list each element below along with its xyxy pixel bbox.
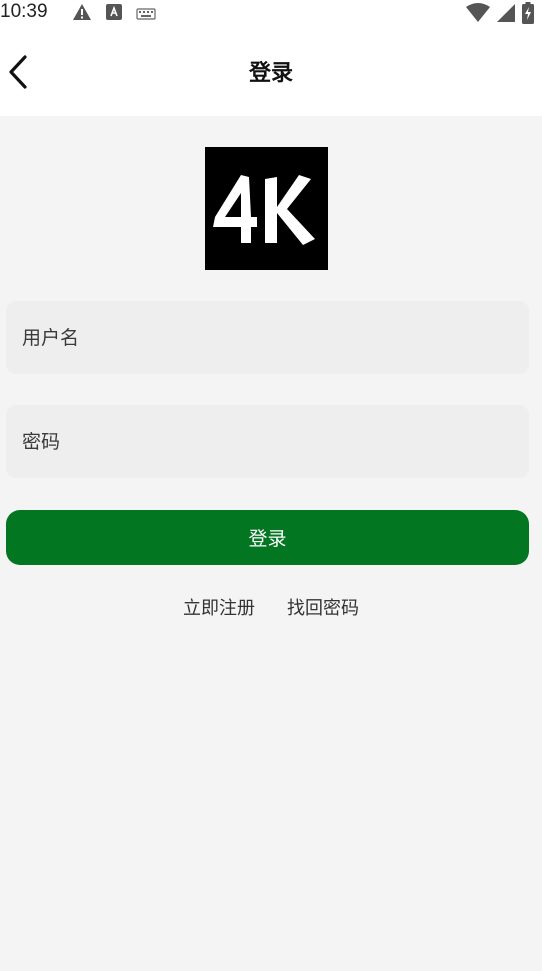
register-link[interactable]: 立即注册 [183, 594, 255, 620]
logo-4k-graphic [213, 175, 315, 245]
signal-icon [496, 3, 516, 27]
app-bar: 登录 [0, 28, 542, 116]
status-icons-right [466, 2, 534, 28]
password-input[interactable] [6, 405, 529, 478]
username-input[interactable] [6, 301, 529, 374]
battery-charging-icon [522, 2, 534, 28]
login-button[interactable]: 登录 [6, 510, 529, 565]
status-bar: 10:39 [0, 0, 542, 28]
auth-links: 立即注册 找回密码 [0, 594, 542, 620]
warning-icon [72, 3, 92, 25]
app-logo [205, 147, 328, 270]
status-icons-left [72, 3, 156, 25]
font-app-icon [106, 4, 122, 24]
page-title: 登录 [248, 61, 293, 86]
wifi-icon [466, 3, 490, 27]
recover-password-link[interactable]: 找回密码 [287, 594, 359, 620]
status-time: 10:39 [0, 1, 48, 22]
keyboard-icon [136, 5, 156, 24]
